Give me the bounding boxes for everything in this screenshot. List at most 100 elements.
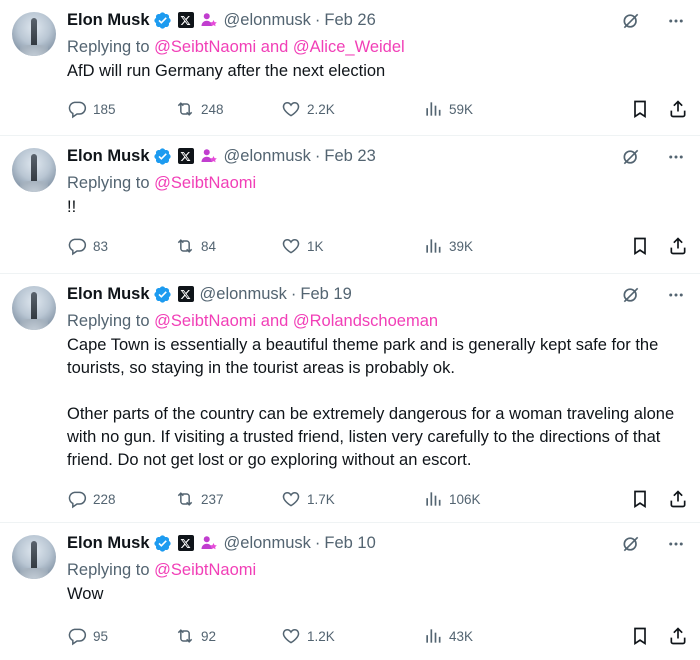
tweet-actions: 185 248 2.2K 59K <box>67 98 688 120</box>
more-icon[interactable] <box>664 533 688 555</box>
like-button[interactable]: 1K <box>281 235 324 257</box>
repost-icon <box>177 629 193 643</box>
heart-icon <box>282 101 300 117</box>
views-button[interactable]: 106K <box>423 488 481 510</box>
tweet-date[interactable]: Feb 19 <box>300 285 351 304</box>
views-icon <box>426 102 441 116</box>
share-icon <box>670 627 686 645</box>
reply-button[interactable]: 83 <box>67 235 108 257</box>
replying-prefix: Replying to <box>67 312 155 330</box>
author-name[interactable]: Elon Musk <box>67 147 150 166</box>
repost-button[interactable]: 248 <box>175 98 224 120</box>
repost-count: 248 <box>201 101 224 117</box>
author-handle[interactable]: @elonmusk <box>200 285 287 304</box>
tweet-date[interactable]: Feb 23 <box>324 147 375 166</box>
like-count: 1.2K <box>307 628 335 644</box>
tweet-header: Elon Musk @elonmusk · Feb 26 <box>67 9 688 31</box>
tweet-date[interactable]: Feb 26 <box>324 11 375 30</box>
tweet[interactable]: Elon Musk @elonmusk · Feb 23 Replying to… <box>0 136 700 274</box>
tweet-header: Elon Musk @elonmusk · Feb 10 <box>67 532 688 554</box>
like-button[interactable]: 1.2K <box>281 625 335 647</box>
author-name[interactable]: Elon Musk <box>67 285 150 304</box>
bookmark-button[interactable] <box>630 625 650 647</box>
heart-icon <box>282 628 300 644</box>
separator-dot: · <box>314 533 321 552</box>
verified-badge-icon <box>153 534 172 553</box>
like-button[interactable]: 1.7K <box>281 488 335 510</box>
mention-link[interactable]: @SeibtNaomi and @Rolandschoeman <box>154 312 438 330</box>
author-handle[interactable]: @elonmusk <box>224 11 311 30</box>
views-count: 43K <box>449 628 474 644</box>
avatar[interactable] <box>12 148 56 192</box>
share-button[interactable] <box>668 235 688 257</box>
verified-badge-icon <box>153 285 172 304</box>
views-count: 106K <box>449 491 481 507</box>
grok-icon[interactable] <box>620 10 642 32</box>
tweet-date[interactable]: Feb 10 <box>324 534 375 553</box>
more-icon[interactable] <box>664 146 688 168</box>
reply-button[interactable]: 228 <box>67 488 116 510</box>
repost-button[interactable]: 84 <box>175 235 216 257</box>
share-icon <box>670 490 686 508</box>
views-button[interactable]: 59K <box>423 98 473 120</box>
author-name[interactable]: Elon Musk <box>67 11 150 30</box>
tweet-content: Elon Musk @elonmusk · Feb 26 Replying to… <box>67 9 688 83</box>
repost-count: 237 <box>201 491 224 507</box>
bookmark-icon <box>634 490 646 509</box>
reply-count: 185 <box>93 101 116 117</box>
x-logo-icon <box>177 148 194 164</box>
bookmark-button[interactable] <box>630 235 650 257</box>
bookmark-button[interactable] <box>630 488 650 510</box>
author-handle[interactable]: @elonmusk <box>224 147 311 166</box>
more-icon[interactable] <box>664 10 688 32</box>
separator-dot: · <box>314 10 321 29</box>
like-count: 1K <box>307 238 324 254</box>
tweet[interactable]: Elon Musk @elonmusk · Feb 26 Replying to… <box>0 0 700 136</box>
views-button[interactable]: 43K <box>423 625 473 647</box>
like-count: 2.2K <box>307 101 335 117</box>
like-count: 1.7K <box>307 491 335 507</box>
share-button[interactable] <box>668 625 688 647</box>
bookmark-icon <box>634 100 646 119</box>
avatar[interactable] <box>12 535 56 579</box>
views-icon <box>426 492 441 506</box>
tweet-text: !! <box>67 198 77 216</box>
grok-icon[interactable] <box>620 284 642 306</box>
reply-icon <box>68 628 87 646</box>
verified-badge-icon <box>153 147 172 166</box>
replying-prefix: Replying to <box>67 174 155 192</box>
tweet-text: AfD will run Germany after the next elec… <box>67 62 386 80</box>
repost-button[interactable]: 237 <box>175 488 224 510</box>
more-icon[interactable] <box>664 284 688 306</box>
x-logo-icon <box>177 286 194 302</box>
replying-to: Replying to @SeibtNaomi and @Alice_Weide… <box>67 36 688 58</box>
bookmark-icon <box>634 627 646 646</box>
views-button[interactable]: 39K <box>423 235 473 257</box>
heart-icon <box>282 491 300 507</box>
reply-button[interactable]: 185 <box>67 98 116 120</box>
avatar[interactable] <box>12 12 56 56</box>
replying-to: Replying to @SeibtNaomi <box>67 172 688 194</box>
reply-icon <box>68 491 87 509</box>
reply-button[interactable]: 95 <box>67 625 108 647</box>
share-button[interactable] <box>668 98 688 120</box>
mention-link[interactable]: @SeibtNaomi and @Alice_Weidel <box>154 38 405 56</box>
tweet[interactable]: Elon Musk @elonmusk · Feb 19 Replying to… <box>0 274 700 523</box>
bookmark-button[interactable] <box>630 98 650 120</box>
author-name[interactable]: Elon Musk <box>67 534 150 553</box>
author-handle[interactable]: @elonmusk <box>224 534 311 553</box>
repost-button[interactable]: 92 <box>175 625 216 647</box>
like-button[interactable]: 2.2K <box>281 98 335 120</box>
mention-link[interactable]: @SeibtNaomi <box>154 174 256 192</box>
tweet[interactable]: Elon Musk @elonmusk · Feb 10 Replying to… <box>0 523 700 660</box>
grok-icon[interactable] <box>620 533 642 555</box>
avatar[interactable] <box>12 286 56 330</box>
grok-icon[interactable] <box>620 146 642 168</box>
reply-icon <box>68 238 87 256</box>
reply-count: 83 <box>93 238 109 254</box>
tweet-header: Elon Musk @elonmusk · Feb 19 <box>67 283 688 305</box>
mention-link[interactable]: @SeibtNaomi <box>154 561 256 579</box>
share-button[interactable] <box>668 488 688 510</box>
views-count: 59K <box>449 101 474 117</box>
affiliate-badge-icon <box>200 534 218 552</box>
